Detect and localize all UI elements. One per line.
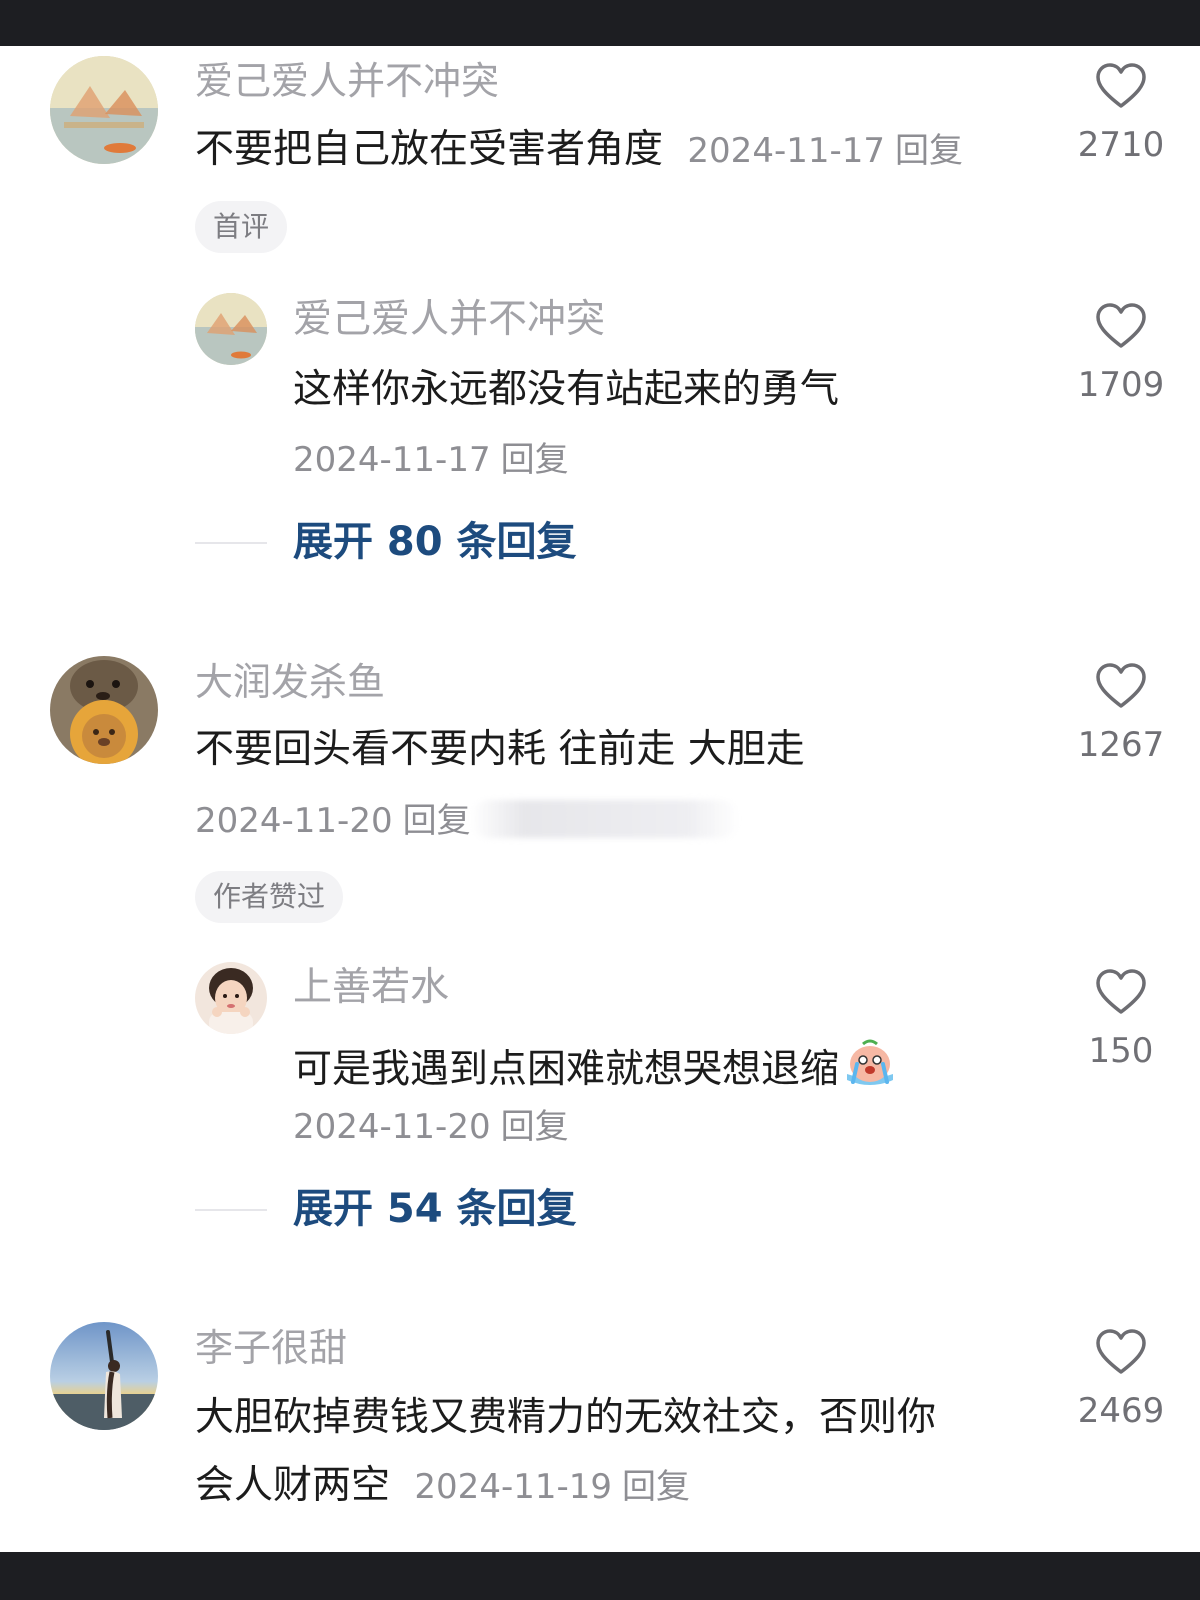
avatar[interactable] (50, 56, 158, 164)
expand-replies-button[interactable]: 展开 80 条回复 (293, 522, 577, 562)
reply-button[interactable]: 回复 (501, 440, 569, 480)
avatar[interactable] (195, 962, 267, 1034)
comment-meta: 2024-11-17 回复 (687, 131, 963, 171)
reply-username[interactable]: 上善若水 (293, 968, 449, 1007)
reply-date: 2024-11-20 (293, 1107, 491, 1147)
bottom-frame-bar (0, 1552, 1200, 1600)
like-count: 150 (1088, 1031, 1154, 1071)
like-count: 2469 (1077, 1391, 1165, 1431)
reply-text: 这样你永远都没有站起来的勇气 (293, 367, 840, 412)
comment-meta: 2024-11-20 回复 (195, 804, 471, 838)
comment-date: 2024-11-19 (414, 1467, 613, 1507)
reply-body: 可是我遇到点困难就想哭想退缩 (293, 1047, 840, 1092)
heart-icon[interactable] (1094, 1328, 1148, 1376)
comment-meta: 2024-11-19 回复 (414, 1467, 690, 1507)
blurred-overlay (470, 800, 740, 838)
comment-body: 不要把自己放在受害者角度 (195, 127, 664, 172)
like-control[interactable]: 150 (1066, 968, 1176, 1068)
like-control[interactable]: 1267 (1066, 662, 1176, 762)
top-frame-bar (0, 0, 1200, 46)
reply-meta: 2024-11-17 回复 (293, 443, 569, 477)
comment-body: 不要回头看不要内耗 往前走 大胆走 (195, 727, 805, 772)
like-control[interactable]: 2469 (1066, 1328, 1176, 1428)
reply-text: 可是我遇到点困难就想哭想退缩 (293, 1036, 899, 1095)
comment-text-line-2: 会人财两空 2024-11-19 回复 (195, 1466, 690, 1505)
comment-body-line-2: 会人财两空 (195, 1463, 391, 1508)
author-liked-badge: 作者赞过 (195, 871, 344, 923)
crying-face-icon (841, 1036, 899, 1095)
comment-username[interactable]: 李子很甜 (195, 1329, 347, 1367)
reply-button[interactable]: 回复 (403, 801, 471, 841)
expand-replies-button[interactable]: 展开 54 条回复 (293, 1189, 577, 1229)
reply-date: 2024-11-17 (293, 440, 491, 480)
reply-button[interactable]: 回复 (501, 1107, 569, 1147)
heart-icon[interactable] (1094, 62, 1148, 110)
divider (195, 1209, 267, 1211)
comment-body-line-1: 大胆砍掉费钱又费精力的无效社交，否则你 (195, 1395, 937, 1440)
heart-icon[interactable] (1094, 968, 1148, 1016)
comment-page: 爱己爱人并不冲突 不要把自己放在受害者角度 2024-11-17 回复 2710 … (0, 0, 1200, 1600)
first-comment-badge: 首评 (195, 201, 288, 253)
divider (195, 542, 267, 544)
heart-icon[interactable] (1094, 662, 1148, 710)
reply-meta: 2024-11-20 回复 (293, 1110, 569, 1144)
comment-username[interactable]: 大润发杀鱼 (195, 663, 385, 701)
avatar[interactable] (195, 293, 267, 365)
heart-icon[interactable] (1094, 302, 1148, 350)
reply-button[interactable]: 回复 (895, 131, 963, 171)
reply-button[interactable]: 回复 (622, 1467, 690, 1507)
comment-date: 2024-11-20 (195, 801, 393, 841)
like-count: 2710 (1077, 125, 1165, 165)
reply-username[interactable]: 爱己爱人并不冲突 (293, 300, 605, 339)
comment-username[interactable]: 爱己爱人并不冲突 (195, 62, 499, 100)
like-count: 1267 (1077, 725, 1165, 765)
comment-date: 2024-11-17 (687, 131, 886, 171)
comment-text: 不要把自己放在受害者角度 2024-11-17 回复 (195, 130, 963, 169)
like-control[interactable]: 2710 (1066, 62, 1176, 162)
avatar[interactable] (50, 656, 158, 764)
avatar[interactable] (50, 1322, 158, 1430)
like-control[interactable]: 1709 (1066, 302, 1176, 402)
like-count: 1709 (1077, 365, 1165, 405)
